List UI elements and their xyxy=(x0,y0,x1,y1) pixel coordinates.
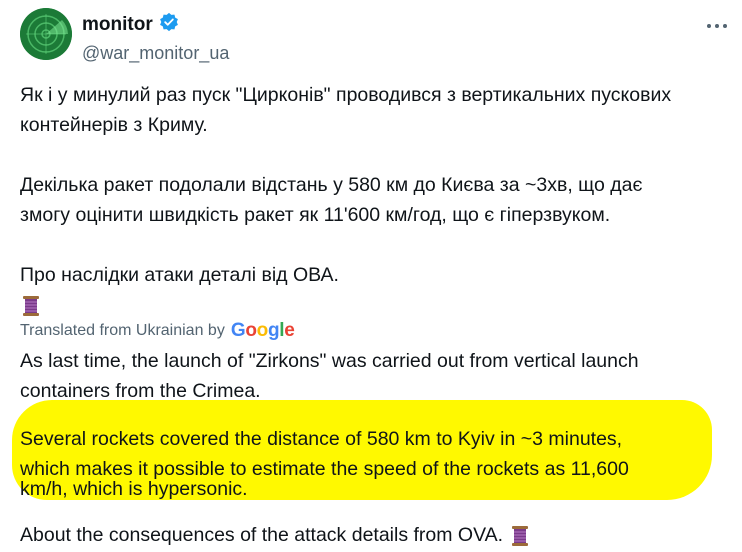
google-logo: Google xyxy=(230,320,295,341)
avatar[interactable] xyxy=(20,8,72,60)
thread-spool-emoji-2 xyxy=(511,525,528,546)
verified-badge-icon xyxy=(159,12,179,37)
translation-p2-line1: Several rockets covered the distance of … xyxy=(20,428,623,450)
translation-p3-line1: About the consequences of the attack det… xyxy=(20,520,531,550)
handle[interactable]: @war_monitor_ua xyxy=(82,43,229,64)
original-p1-line2: контейнерів з Криму. xyxy=(20,114,208,136)
author-block[interactable]: monitor @war_monitor_ua xyxy=(82,12,229,64)
display-name[interactable]: monitor xyxy=(82,14,153,36)
original-p3-line1: Про наслідки атаки деталі від ОВА. xyxy=(20,264,339,286)
translation-p2-line3: km/h, which is hypersonic. xyxy=(20,478,248,500)
translation-p3-text: About the consequences of the attack det… xyxy=(20,524,504,546)
thread-spool-emoji xyxy=(20,290,42,320)
translation-attribution[interactable]: Translated from Ukrainian by Google xyxy=(20,320,295,342)
original-p2-line1: Декілька ракет подолали відстань у 580 к… xyxy=(20,174,643,196)
translation-label: Translated from Ukrainian by xyxy=(20,322,225,339)
original-p2-line2: змогу оцінити швидкість ракет як 11'600 … xyxy=(20,204,611,226)
tweet-header: monitor @war_monitor_ua xyxy=(20,8,730,68)
translation-p1-line1: As last time, the launch of "Zirkons" wa… xyxy=(20,350,639,372)
more-icon[interactable] xyxy=(704,16,730,36)
original-p1-line1: Як і у минулий раз пуск "Цирконів" прово… xyxy=(20,84,672,106)
